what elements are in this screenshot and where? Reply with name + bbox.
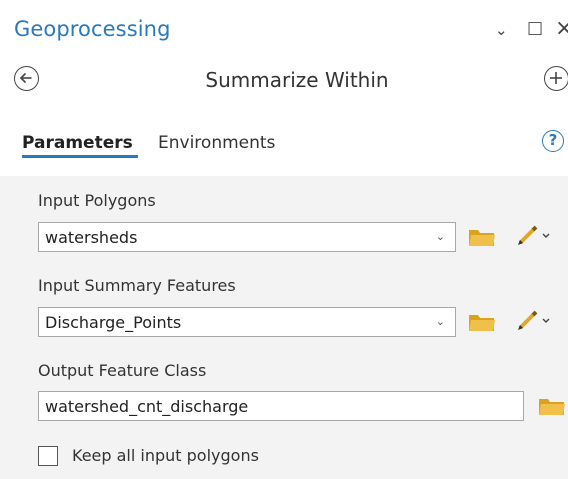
tab-environments[interactable]: Environments bbox=[158, 133, 275, 153]
output-feature-class-input[interactable]: watershed_cnt_discharge bbox=[38, 391, 524, 421]
chevron-down-icon: ⌄ bbox=[435, 230, 445, 243]
pane-options-chevron-icon[interactable]: ⌄ bbox=[495, 21, 508, 39]
keep-all-polygons-checkbox[interactable] bbox=[38, 446, 58, 466]
active-tab-indicator bbox=[22, 155, 138, 158]
tab-parameters[interactable]: Parameters bbox=[22, 133, 133, 153]
tool-title: Summarize Within bbox=[205, 68, 389, 92]
input-summary-features-value: Discharge_Points bbox=[45, 313, 182, 332]
geoprocessing-pane: Geoprocessing ⌄ □ × Summarize Within Par… bbox=[0, 0, 568, 479]
pencil-icon[interactable] bbox=[516, 309, 552, 331]
input-polygons-label: Input Polygons bbox=[38, 191, 156, 210]
pane-title: Geoprocessing bbox=[14, 17, 171, 41]
close-icon[interactable]: × bbox=[555, 16, 568, 41]
folder-icon[interactable] bbox=[468, 226, 496, 248]
add-icon[interactable] bbox=[544, 66, 568, 91]
maximize-icon[interactable]: □ bbox=[527, 18, 543, 38]
input-polygons-value: watersheds bbox=[45, 228, 138, 247]
input-polygons-dropdown[interactable]: watersheds ⌄ bbox=[38, 222, 456, 252]
input-summary-features-dropdown[interactable]: Discharge_Points ⌄ bbox=[38, 307, 456, 337]
input-summary-features-label: Input Summary Features bbox=[38, 276, 236, 295]
output-feature-class-label: Output Feature Class bbox=[38, 361, 207, 380]
keep-all-polygons-label: Keep all input polygons bbox=[72, 446, 259, 465]
help-icon[interactable]: ? bbox=[542, 130, 564, 152]
output-feature-class-value: watershed_cnt_discharge bbox=[45, 397, 249, 416]
pencil-icon[interactable] bbox=[516, 224, 552, 246]
chevron-down-icon: ⌄ bbox=[435, 315, 445, 328]
folder-icon[interactable] bbox=[538, 395, 566, 417]
folder-icon[interactable] bbox=[468, 311, 496, 333]
tool-header: Summarize Within bbox=[0, 66, 568, 106]
